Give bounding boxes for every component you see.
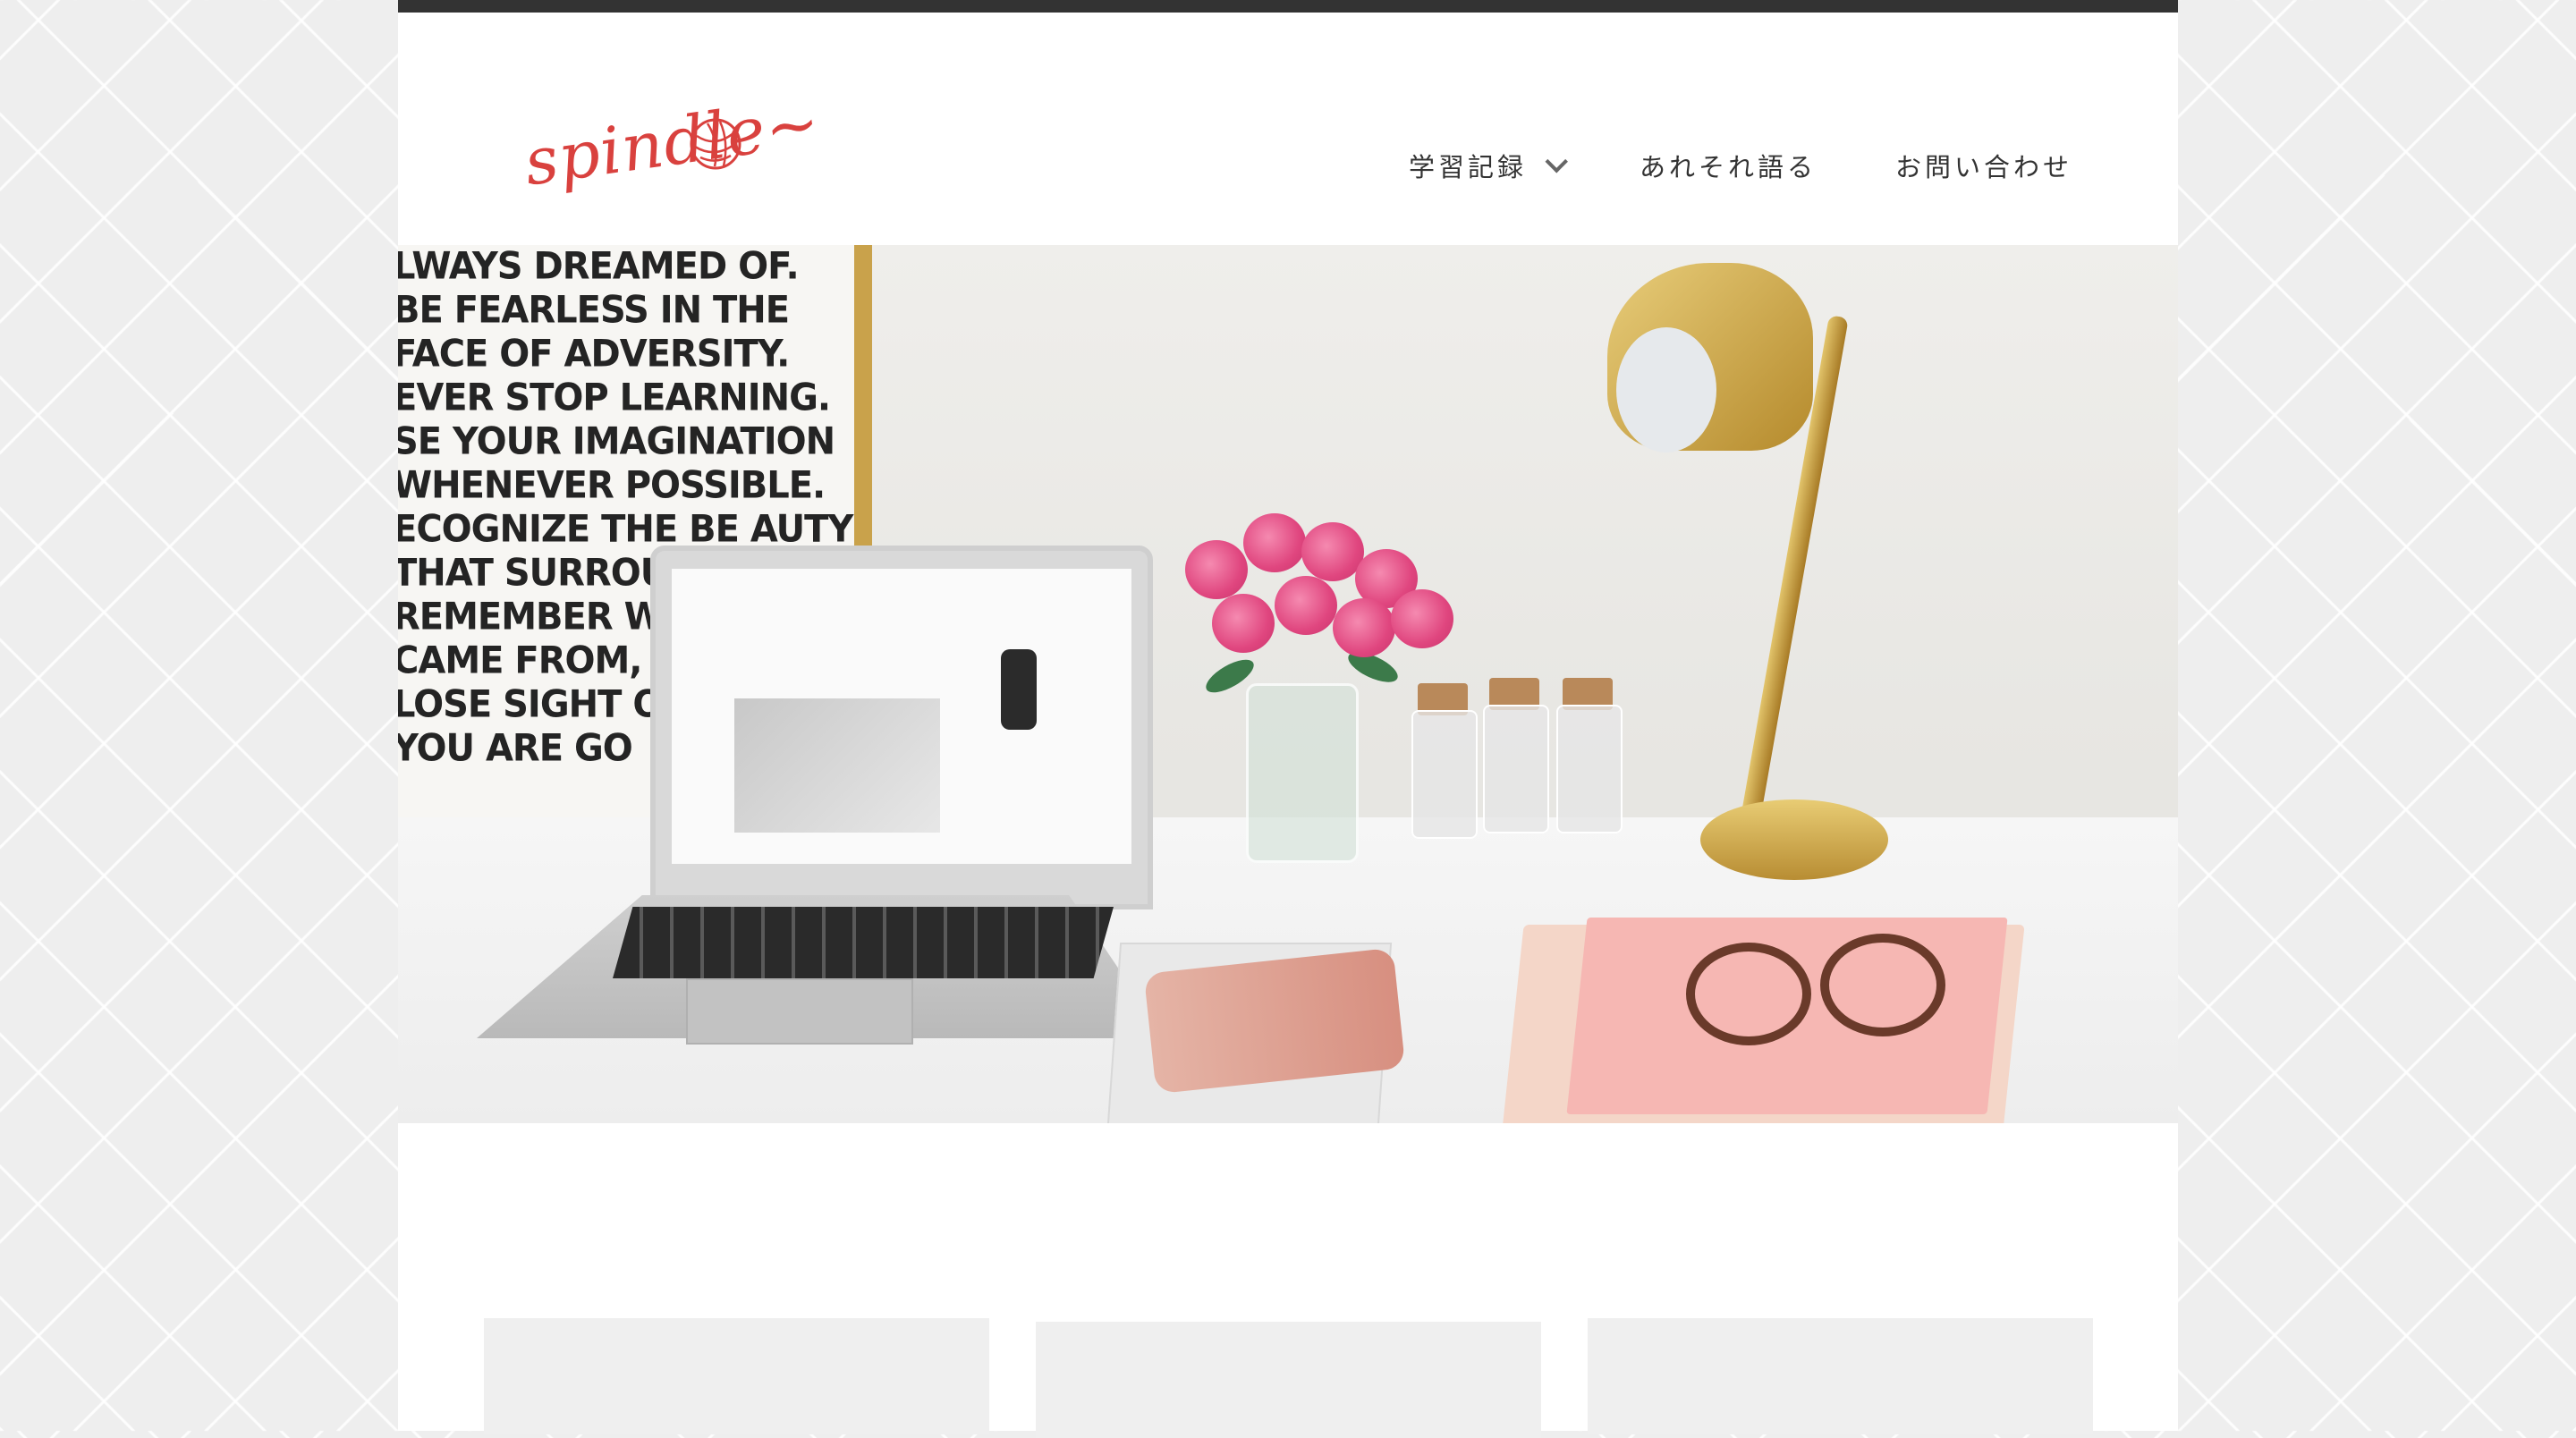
post-card[interactable] xyxy=(484,1318,989,1434)
site-logo[interactable]: spindle~ xyxy=(520,84,825,233)
poster-line: LWAYS DREAMED OF. xyxy=(398,245,800,289)
glass-vase xyxy=(1246,683,1359,863)
nav-item-study-log[interactable]: 学習記録 xyxy=(1408,147,1568,184)
logo-text: spindle~ xyxy=(520,84,826,200)
top-bar xyxy=(398,0,2178,13)
poster-line: BE FEARLESS IN THE xyxy=(398,288,790,333)
poster-line: FACE OF ADVERSITY. xyxy=(398,332,790,376)
nav-item-label: あれそれ語る xyxy=(1639,152,1817,182)
rose xyxy=(1301,522,1364,581)
rose xyxy=(1212,594,1275,653)
rose xyxy=(1275,576,1337,635)
poster-line: EVER STOP LEARNING. xyxy=(398,376,831,420)
poster-line: WHENEVER POSSIBLE. xyxy=(398,463,826,508)
lens xyxy=(1820,934,1945,1036)
poster-line: SE YOUR IMAGINATION xyxy=(398,419,835,464)
lamp-shade-face xyxy=(1616,327,1716,453)
laptop-photo xyxy=(734,698,940,833)
rose xyxy=(1243,513,1306,572)
laptop-trackpad xyxy=(686,978,913,1045)
lamp-base xyxy=(1700,799,1888,880)
glass-jar xyxy=(1556,705,1623,833)
laptop-figure xyxy=(1001,649,1037,730)
eyeglasses xyxy=(1677,934,1945,1045)
site-header: spindle~ 学習記録 あれそれ語る お問い合わせ xyxy=(398,13,2178,245)
yarn-ball-icon xyxy=(690,118,741,170)
post-card[interactable] xyxy=(1588,1318,2093,1434)
main-nav: 学習記録 あれそれ語る お問い合わせ xyxy=(1330,147,2072,184)
laptop-keyboard xyxy=(613,907,1114,978)
post-card[interactable] xyxy=(1036,1322,1541,1438)
hero-image: LWAYS DREAMED OF. BE FEARLESS IN THE FAC… xyxy=(398,245,2178,1123)
post-cards xyxy=(398,1318,2178,1438)
chevron-down-icon xyxy=(1545,150,1568,173)
nav-item-label: 学習記録 xyxy=(1408,152,1527,182)
nav-item-talk[interactable]: あれそれ語る xyxy=(1640,147,1817,184)
rose xyxy=(1185,540,1248,599)
page-container: spindle~ 学習記録 あれそれ語る お問い合わせ LWAYS DREAME xyxy=(398,0,2178,1438)
lens xyxy=(1686,943,1811,1045)
rose xyxy=(1333,598,1395,657)
glass-jar xyxy=(1411,710,1478,839)
nav-item-contact[interactable]: お問い合わせ xyxy=(1895,147,2072,184)
rose xyxy=(1391,589,1453,648)
laptop-display xyxy=(672,569,1131,864)
laptop-screen xyxy=(650,546,1153,909)
nav-item-label: お問い合わせ xyxy=(1894,152,2072,182)
glass-jar xyxy=(1483,705,1549,833)
